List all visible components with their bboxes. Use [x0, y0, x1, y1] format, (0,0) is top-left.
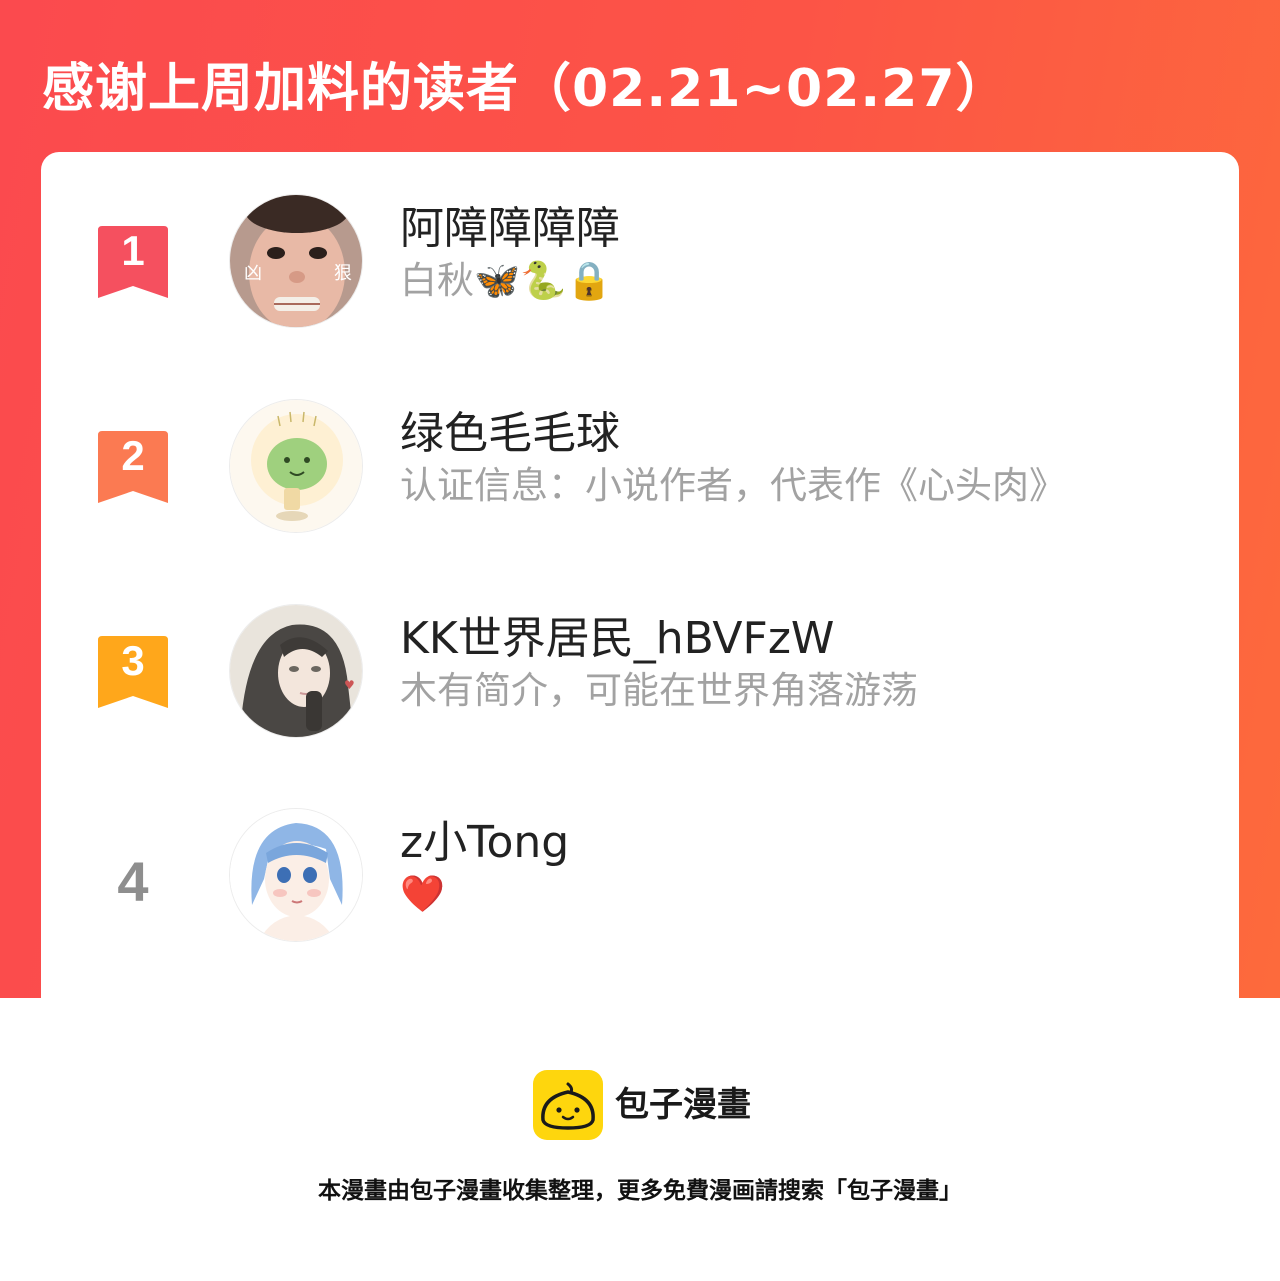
rank-ribbon-icon: 2 [98, 431, 168, 503]
rank-number: 3 [121, 637, 145, 684]
reader-bio: 认证信息：小说作者，代表作《心头肉》 [400, 464, 1066, 507]
svg-text:♥: ♥ [344, 678, 355, 692]
reader-row[interactable]: 3 ♥ KK世界居民_hBVFzW 木有简介，可能在世界角落游荡 [41, 604, 1239, 744]
avatar[interactable] [229, 399, 363, 533]
reader-name[interactable]: z小Tong [400, 816, 569, 870]
svg-text:狠: 狠 [334, 263, 352, 284]
page-title: 感谢上周加料的读者（02.21~02.27） [42, 59, 1009, 119]
rank-number: 4 [117, 850, 149, 913]
header-banner: 感谢上周加料的读者（02.21~02.27） 1 凶 狠 阿障障障障 白秋🦋🐍🔒… [0, 0, 1280, 998]
svg-text:凶: 凶 [244, 263, 262, 284]
reader-row[interactable]: 4 z小Tong ❤️ [41, 808, 1239, 948]
reader-ranking-card: 1 凶 狠 阿障障障障 白秋🦋🐍🔒 2 绿色毛毛球 认证信息：小说作者，代表作《… [41, 152, 1239, 998]
reader-row[interactable]: 1 凶 狠 阿障障障障 白秋🦋🐍🔒 [41, 194, 1239, 334]
reader-name[interactable]: KK世界居民_hBVFzW [400, 612, 834, 666]
heart-icon: ❤️ [400, 874, 445, 915]
footer-note: 本漫畫由包子漫畫收集整理，更多免費漫画請搜索「包子漫畫」 [318, 1178, 962, 1204]
avatar[interactable] [229, 808, 363, 942]
reader-bio: 白秋🦋🐍🔒 [400, 259, 613, 302]
brand-name[interactable]: 包子漫畫 [615, 1082, 751, 1128]
bun-face-icon[interactable] [533, 1070, 603, 1140]
rank-number: 2 [121, 432, 145, 479]
reader-bio: 木有简介，可能在世界角落游荡 [400, 669, 918, 712]
avatar[interactable]: ♥ [229, 604, 363, 738]
rank-number: 1 [121, 227, 145, 274]
rank-ribbon-icon: 3 [98, 636, 168, 708]
reader-row[interactable]: 2 绿色毛毛球 认证信息：小说作者，代表作《心头肉》 [41, 399, 1239, 539]
reader-name[interactable]: 阿障障障障 [400, 202, 620, 256]
rank-ribbon-icon: 1 [98, 226, 168, 298]
reader-name[interactable]: 绿色毛毛球 [400, 407, 620, 461]
avatar[interactable]: 凶 狠 [229, 194, 363, 328]
